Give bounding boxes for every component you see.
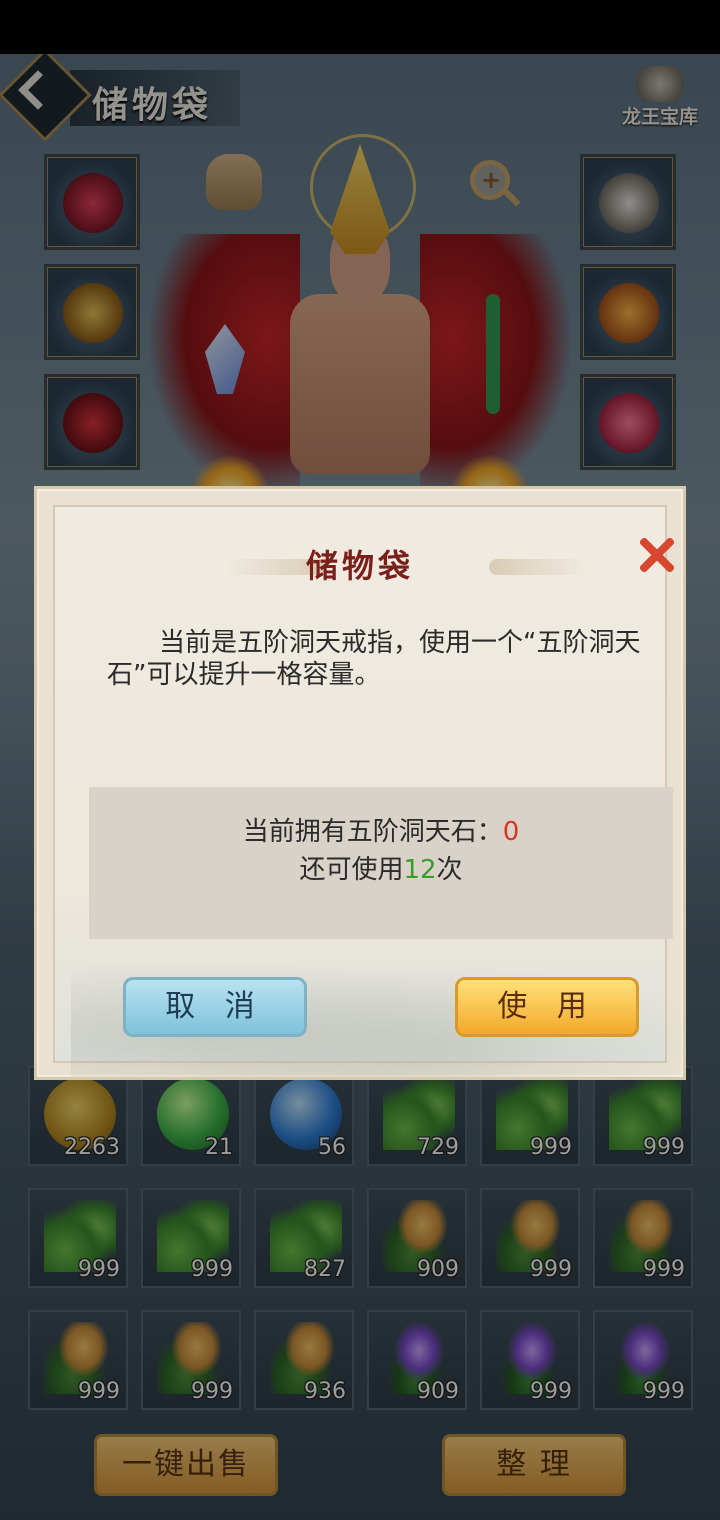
cancel-button[interactable]: 取 消 [123, 977, 307, 1037]
dialog-title: 储物袋 [305, 547, 414, 585]
dialog-message: 当前是五阶洞天戒指，使用一个“五阶洞天石”可以提升一格容量。 [107, 628, 641, 690]
owned-label: 当前拥有五阶洞天石： [242, 817, 503, 847]
upgrade-dialog: 储物袋 当前是五阶洞天戒指，使用一个“五阶洞天石”可以提升一格容量。 当前拥有五… [34, 486, 686, 1080]
owned-stones-line: 当前拥有五阶洞天石：0 [89, 811, 673, 848]
remaining-count: 12 [403, 855, 437, 885]
use-button[interactable]: 使 用 [455, 977, 639, 1037]
remaining-label: 还可使用 [299, 855, 404, 885]
dialog-panel: 储物袋 当前是五阶洞天戒指，使用一个“五阶洞天石”可以提升一格容量。 当前拥有五… [53, 505, 685, 1077]
owned-count: 0 [502, 817, 520, 847]
remaining-suffix: 次 [436, 855, 463, 885]
remaining-uses-line: 还可使用12次 [89, 849, 673, 886]
close-icon[interactable] [635, 533, 679, 577]
stone-info-box: 当前拥有五阶洞天石：0 还可使用12次 [89, 787, 673, 939]
